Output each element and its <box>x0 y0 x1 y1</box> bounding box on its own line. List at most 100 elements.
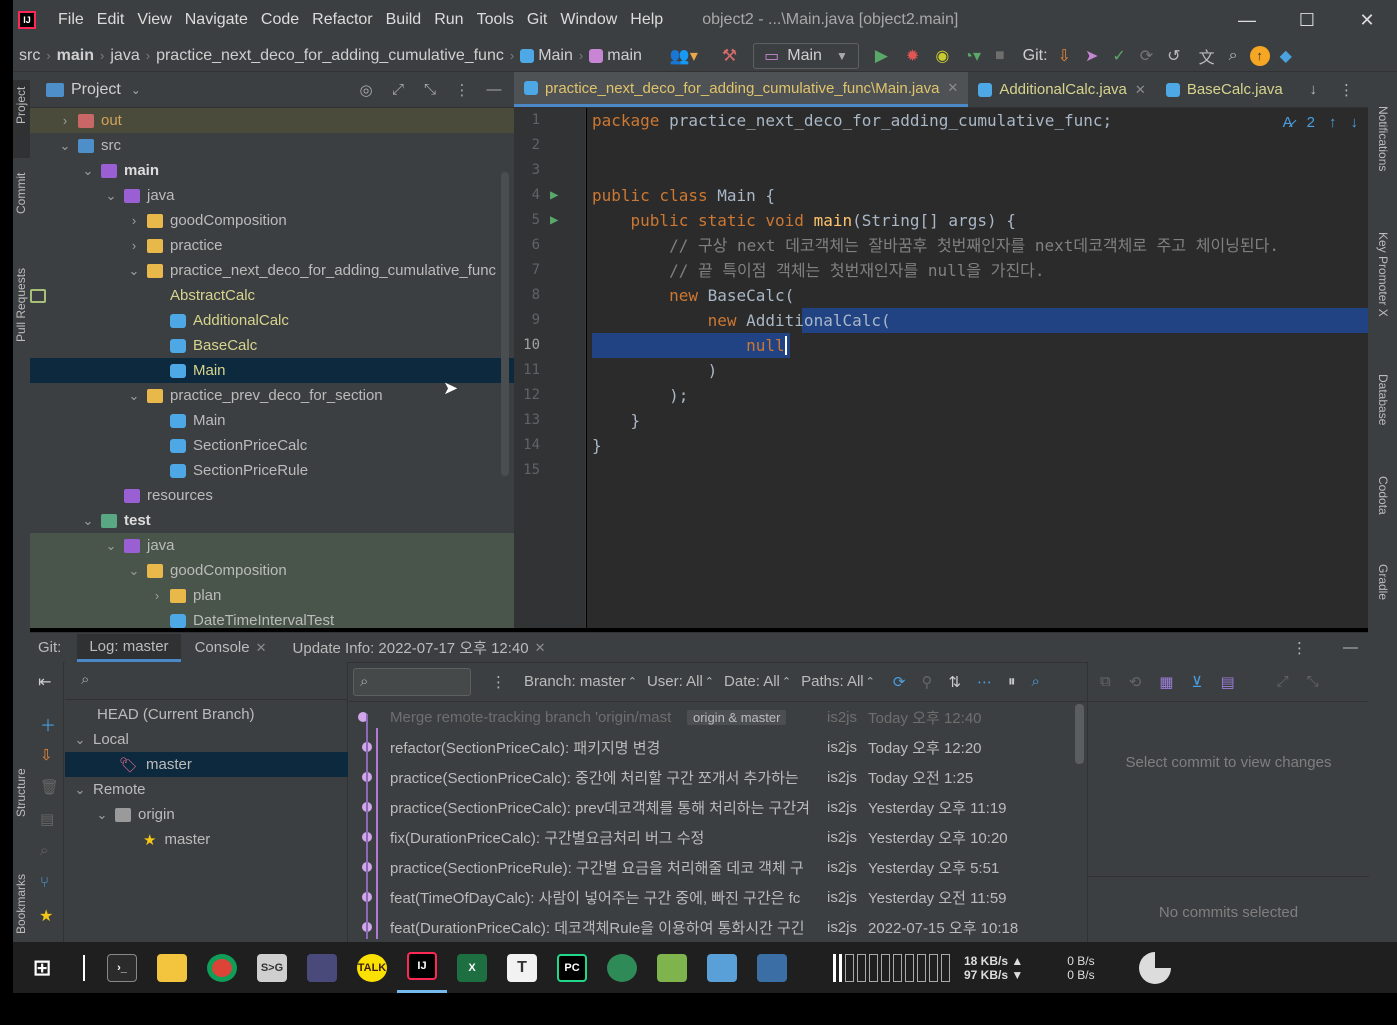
star-icon[interactable]: ★ <box>39 906 53 926</box>
code-editor[interactable]: package practice_next_deco_for_adding_cu… <box>587 108 1368 628</box>
menu-git[interactable]: Git <box>527 11 547 29</box>
taskbar-pycharm-icon[interactable]: PC <box>547 942 597 993</box>
select-opened-file-icon[interactable]: ◎ <box>356 80 376 100</box>
windows-start-icon[interactable]: ⊞ <box>13 942 71 993</box>
run-gutter-icon[interactable]: ▶ <box>550 187 558 203</box>
delete-icon[interactable]: 🗑 <box>40 778 59 796</box>
filter-paths[interactable]: Paths: All <box>801 673 864 690</box>
tree-item[interactable]: Main <box>30 408 514 433</box>
tree-item[interactable]: AdditionalCalc <box>30 308 514 333</box>
menu-window[interactable]: Window <box>560 11 617 29</box>
commit-row[interactable]: feat(DurationPriceCalc): 데코객체Rule을 이용하여 … <box>349 912 1074 942</box>
git-commit-icon[interactable]: ✓ <box>1112 46 1125 66</box>
menu-build[interactable]: Build <box>386 11 422 29</box>
chevron-down-icon[interactable]: ⌄ <box>104 538 118 554</box>
expand-icon[interactable]: ⤢ <box>1277 673 1289 690</box>
tree-item[interactable]: ⌄ java <box>30 533 514 558</box>
tree-item[interactable]: SectionPriceCalc <box>30 433 514 458</box>
branch-local-master[interactable]: 🏷 master <box>65 752 348 777</box>
tree-item[interactable]: › goodComposition <box>30 208 514 233</box>
chevron-down-icon[interactable]: ⌄ <box>104 188 118 204</box>
taskbar-calculator-icon[interactable] <box>747 942 797 993</box>
minimize-icon[interactable]: — <box>1217 0 1277 40</box>
git-history-icon[interactable]: ⟳ <box>1140 46 1153 66</box>
commit-row[interactable]: fix(DurationPriceCalc): 구간별요금처리 버그 수정 is2… <box>349 822 1074 852</box>
tree-item[interactable]: ⌄ java <box>30 183 514 208</box>
tree-item[interactable]: ⌄ main <box>30 158 514 183</box>
tree-item[interactable]: SectionPriceRule <box>30 458 514 483</box>
inspection-widget[interactable]: A̷ 2 ↑ ↓ <box>1283 114 1358 131</box>
menu-help[interactable]: Help <box>630 11 663 29</box>
update-icon[interactable]: ⇩ <box>40 746 53 764</box>
taskbar-paint-icon[interactable] <box>697 942 747 993</box>
filter-user[interactable]: User: All <box>647 673 703 690</box>
commit-row[interactable]: Merge remote-tracking branch 'origin/mas… <box>349 702 1074 732</box>
add-icon[interactable]: ＋ <box>40 712 56 736</box>
commit-row[interactable]: practice(SectionPriceRule): 구간별 요금을 처리해줄… <box>349 852 1074 882</box>
taskbar-excel-icon[interactable]: X <box>447 942 497 993</box>
profile-icon[interactable]: ◔▾ <box>963 46 981 66</box>
cherry-pick-icon[interactable]: ⚲ <box>921 673 932 691</box>
branch-search-bar[interactable]: ⌕ <box>65 662 348 700</box>
tree-item[interactable]: › out <box>30 108 514 133</box>
run-config-select[interactable]: ▭ Main ▼ <box>753 42 859 69</box>
chevron-down-icon[interactable]: ⌄ <box>127 263 141 279</box>
close-icon[interactable]: ✕ <box>535 640 546 656</box>
filter-icon[interactable]: ⊻ <box>1191 673 1202 691</box>
tree-item[interactable]: ⌄ practice_next_deco_for_adding_cumulativ… <box>30 258 514 283</box>
chevron-right-icon[interactable]: › <box>150 588 164 603</box>
tree-item[interactable]: resources <box>30 483 514 508</box>
stripe-structure[interactable]: Structure <box>14 768 28 817</box>
branch-remote[interactable]: ⌄ Remote <box>65 777 348 802</box>
stripe-bookmarks[interactable]: Bookmarks <box>14 874 28 934</box>
branch-head[interactable]: HEAD (Current Branch) <box>65 702 348 727</box>
menu-code[interactable]: Code <box>261 11 299 29</box>
hammer-icon[interactable]: ⚒ <box>722 46 737 66</box>
commit-row[interactable]: refactor(SectionPriceCalc): 패키지명 변경 is2js… <box>349 732 1074 762</box>
taskbar-terminal-icon[interactable]: ›_ <box>97 942 147 993</box>
options-icon[interactable]: ⋮ <box>491 673 506 691</box>
chevron-down-icon[interactable]: ⌄ <box>81 163 95 179</box>
crumb-java[interactable]: java <box>110 47 139 65</box>
tree-item[interactable]: ⌄ test <box>30 508 514 533</box>
chevron-down-icon[interactable]: ⌄ <box>58 138 72 154</box>
close-icon[interactable]: ✕ <box>1135 82 1146 98</box>
group-icon[interactable]: ▤ <box>1220 673 1234 691</box>
options-icon[interactable]: ⋮ <box>1339 81 1354 99</box>
chevron-right-icon[interactable]: › <box>58 113 72 128</box>
taskbar-editor-icon[interactable] <box>647 942 697 993</box>
stripe-key-promoter[interactable]: Key Promoter X <box>1376 232 1390 317</box>
arrow-down-icon[interactable]: ↓ <box>1351 114 1359 131</box>
crumb-main[interactable]: main <box>57 47 94 65</box>
tree-item[interactable]: ⌄ practice_prev_deco_for_section <box>30 383 514 408</box>
tree-item[interactable]: ⌄ goodComposition <box>30 558 514 583</box>
arrow-up-icon[interactable]: ↑ <box>1329 114 1337 131</box>
branch-icon[interactable]: ⑂ <box>40 874 49 891</box>
commit-row[interactable]: practice(SectionPriceCalc): 중간에 처리할 구간 쪼… <box>349 762 1074 792</box>
collapse-icon[interactable]: ⤡ <box>1307 673 1319 690</box>
search-everywhere-icon[interactable]: ⌕ <box>1229 47 1238 65</box>
tree-item[interactable]: ⌄ src <box>30 133 514 158</box>
chevron-down-icon[interactable]: ⌄ <box>127 563 141 579</box>
menu-tools[interactable]: Tools <box>477 11 514 29</box>
stop-icon[interactable]: ■ <box>995 47 1005 65</box>
menu-file[interactable]: File <box>58 11 84 29</box>
stripe-codota[interactable]: Codota <box>1376 476 1390 515</box>
menu-view[interactable]: View <box>137 11 171 29</box>
compare-icon[interactable]: ▤ <box>40 810 54 828</box>
more-icon[interactable]: ⋯ <box>977 673 992 691</box>
history-icon[interactable]: ⟲ <box>1129 673 1142 691</box>
log-search-input[interactable]: ⌕ <box>353 667 471 696</box>
branch-origin-master[interactable]: ★ master <box>65 827 348 852</box>
project-panel-title[interactable]: Project <box>71 81 121 99</box>
collapse-all-icon[interactable]: ⤡ <box>420 80 440 100</box>
options-icon[interactable]: ⋮ <box>1292 639 1307 657</box>
tab-console[interactable]: Console <box>195 639 250 656</box>
tab-additionalcalc-java[interactable]: AdditionalCalc.java ✕ <box>968 72 1155 107</box>
tree-item[interactable]: AbstractCalc <box>30 283 514 308</box>
stripe-pull-requests[interactable]: Pull Requests <box>14 268 28 342</box>
tab-basecalc-java[interactable]: BaseCalc.java <box>1156 72 1293 107</box>
users-icon[interactable]: 👥▾ <box>670 46 698 66</box>
taskbar-chrome-icon[interactable] <box>197 942 247 993</box>
stripe-database[interactable]: Database <box>1376 374 1390 425</box>
